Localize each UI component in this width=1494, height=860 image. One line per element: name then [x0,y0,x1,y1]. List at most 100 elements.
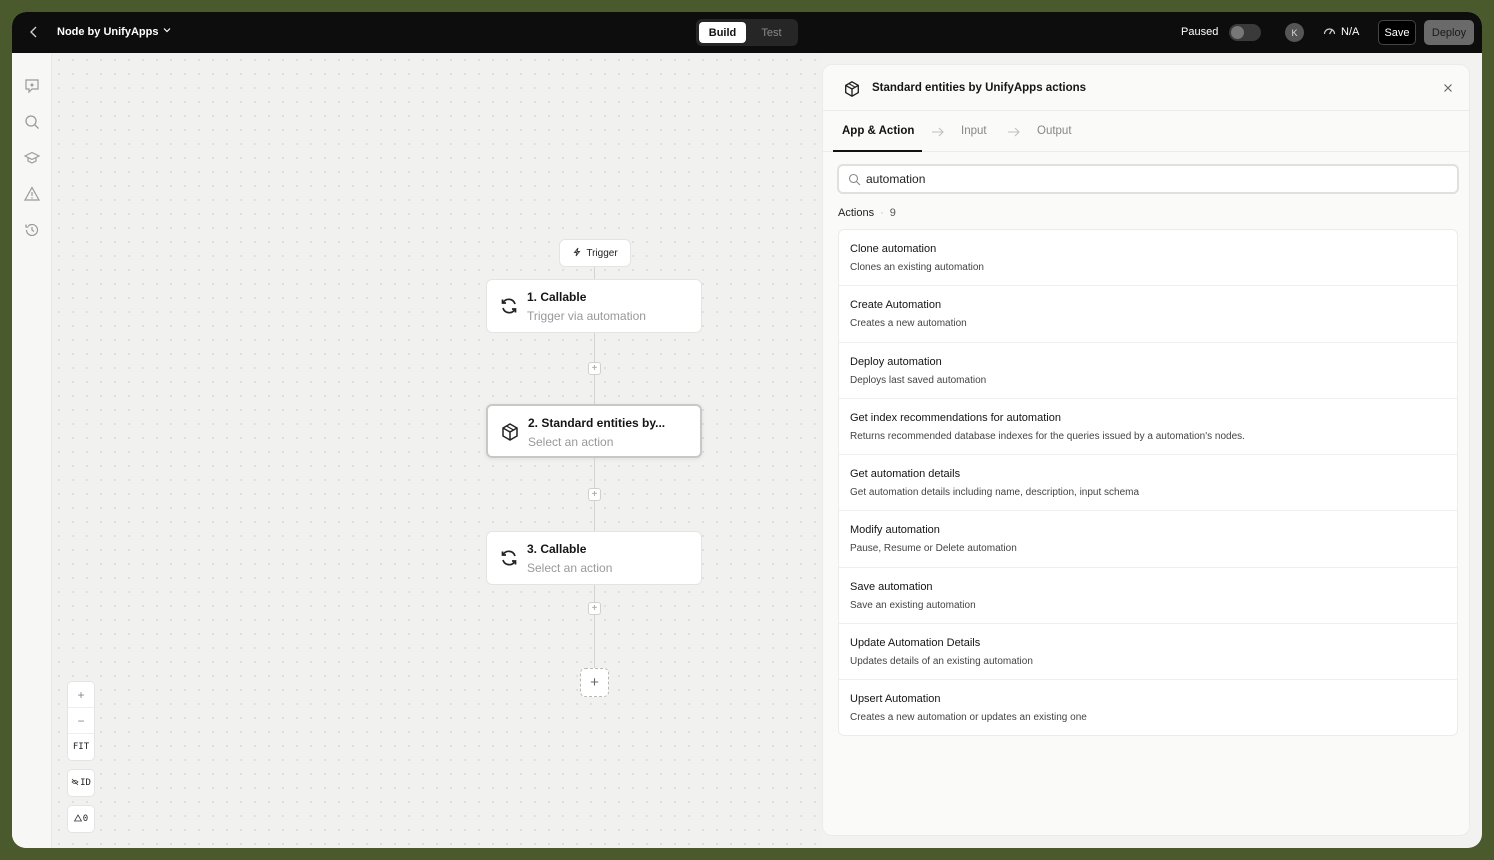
node-subtitle: Select an action [527,561,613,575]
cube-icon [843,80,861,98]
zoom-out-button[interactable]: − [68,708,94,734]
trigger-label: Trigger [586,247,618,259]
ai-assistant-icon[interactable] [23,77,41,95]
action-description: Pause, Resume or Delete automation [850,543,1017,555]
arrow-right-icon [931,125,945,137]
action-item[interactable]: Deploy automation Deploys last saved aut… [839,343,1457,399]
action-description: Returns recommended database indexes for… [850,430,1245,442]
action-title: Get automation details [850,468,961,481]
workflow-node-3[interactable]: 3. Callable Select an action [486,531,702,585]
gauge-icon [1323,25,1336,39]
actions-header: Actions · 9 [838,207,896,219]
cube-icon [500,422,520,442]
action-item[interactable]: Get automation details Get automation de… [839,455,1457,512]
action-search [837,164,1459,194]
chevron-down-icon [162,25,172,38]
arrow-right-icon [1007,125,1021,137]
panel-header: Standard entities by UnifyApps actions [823,65,1469,111]
search-icon[interactable] [23,113,41,131]
actions-label: Actions [838,207,875,219]
action-description: Creates a new automation or updates an e… [850,712,1087,724]
action-title: Upsert Automation [850,693,941,706]
performance-indicator[interactable]: N/A [1323,25,1359,39]
close-icon[interactable] [1441,81,1455,95]
node-title: 2. Standard entities by... [528,416,666,430]
eye-off-icon [71,778,79,789]
action-description: Creates a new automation [850,318,967,330]
mode-switch: Build Test [696,19,798,46]
warning-icon [73,813,82,825]
node-subtitle: Trigger via automation [527,309,646,323]
workflow-node-2[interactable]: 2. Standard entities by... Select an act… [486,404,702,458]
search-icon [848,173,861,186]
node-title: 1. Callable [527,290,587,304]
action-title: Deploy automation [850,355,942,368]
warnings-count: 0 [82,814,89,824]
action-title: Update Automation Details [850,637,981,650]
panel-title: Standard entities by UnifyApps actions [872,82,1087,94]
action-item[interactable]: Save automation Save an existing automat… [839,568,1457,625]
tab-build[interactable]: Build [699,22,746,43]
search-input[interactable] [866,169,1446,189]
avatar[interactable]: K [1285,23,1304,42]
action-description: Deploys last saved automation [850,374,987,386]
action-item[interactable]: Upsert Automation Creates a new automati… [839,680,1457,735]
learn-icon[interactable] [23,149,41,167]
action-panel: Standard entities by UnifyApps actions A… [822,64,1470,836]
action-item[interactable]: Get index recommendations for automation… [839,399,1457,456]
action-description: Get automation details including name, d… [850,487,1140,499]
performance-label: N/A [1341,26,1360,38]
action-description: Clones an existing automation [850,262,984,273]
action-title: Create Automation [850,299,942,312]
action-item[interactable]: Update Automation Details Updates detail… [839,624,1457,681]
zoom-in-button[interactable]: + [68,682,94,708]
fit-view-button[interactable]: FIT [68,734,94,760]
trigger-pill[interactable]: Trigger [559,239,631,267]
deploy-button[interactable]: Deploy [1424,20,1474,45]
connector-line [594,585,595,669]
node-subtitle: Select an action [528,435,614,449]
tab-input[interactable]: Input [961,125,987,137]
action-item[interactable]: Create Automation Creates a new automati… [839,286,1457,343]
action-description: Updates details of an existing automatio… [850,656,1033,668]
add-step-button[interactable]: + [588,488,601,501]
separator-dot: · [880,207,884,219]
refresh-icon [499,296,519,316]
connector-line [594,267,595,279]
app-title-dropdown[interactable]: Node by UnifyApps [57,25,172,38]
action-title: Clone automation [850,243,937,255]
actions-count: 9 [889,207,896,219]
action-description: Save an existing automation [850,599,976,611]
action-title: Save automation [850,580,933,593]
top-bar: Node by UnifyApps Build Test Paused K N/… [12,12,1482,53]
id-toggle-label: ID [80,778,91,788]
left-sidebar [12,53,52,848]
app-window: Node by UnifyApps Build Test Paused K N/… [12,12,1482,848]
node-title: 3. Callable [527,542,587,556]
tab-app-action[interactable]: App & Action [842,125,914,137]
action-title: Modify automation [850,524,940,537]
workflow-canvas[interactable]: Trigger 1. Callable Trigger via automati… [52,53,822,848]
save-button[interactable]: Save [1378,20,1416,45]
action-item[interactable]: Clone automation Clones an existing auto… [839,230,1457,287]
action-item[interactable]: Modify automation Pause, Resume or Delet… [839,511,1457,568]
tab-test[interactable]: Test [748,22,795,43]
action-title: Get index recommendations for automation [850,411,1061,424]
pause-toggle[interactable] [1229,24,1261,41]
add-step-button[interactable]: + [588,362,601,375]
history-icon[interactable] [23,221,41,239]
add-node-button[interactable]: + [580,668,609,697]
add-step-button[interactable]: + [588,602,601,615]
active-tab-indicator [833,150,922,152]
warning-icon[interactable] [23,185,41,203]
id-toggle-button[interactable]: ID [67,769,95,797]
lightning-icon [572,247,582,260]
workflow-node-1[interactable]: 1. Callable Trigger via automation [486,279,702,333]
back-arrow-icon[interactable] [26,24,42,40]
refresh-icon [499,548,519,568]
app-title: Node by UnifyApps [57,25,159,38]
tab-output[interactable]: Output [1037,125,1072,137]
actions-list: Clone automation Clones an existing auto… [838,229,1458,736]
warnings-button[interactable]: 0 [67,805,95,833]
zoom-controls: + − FIT [67,681,95,761]
